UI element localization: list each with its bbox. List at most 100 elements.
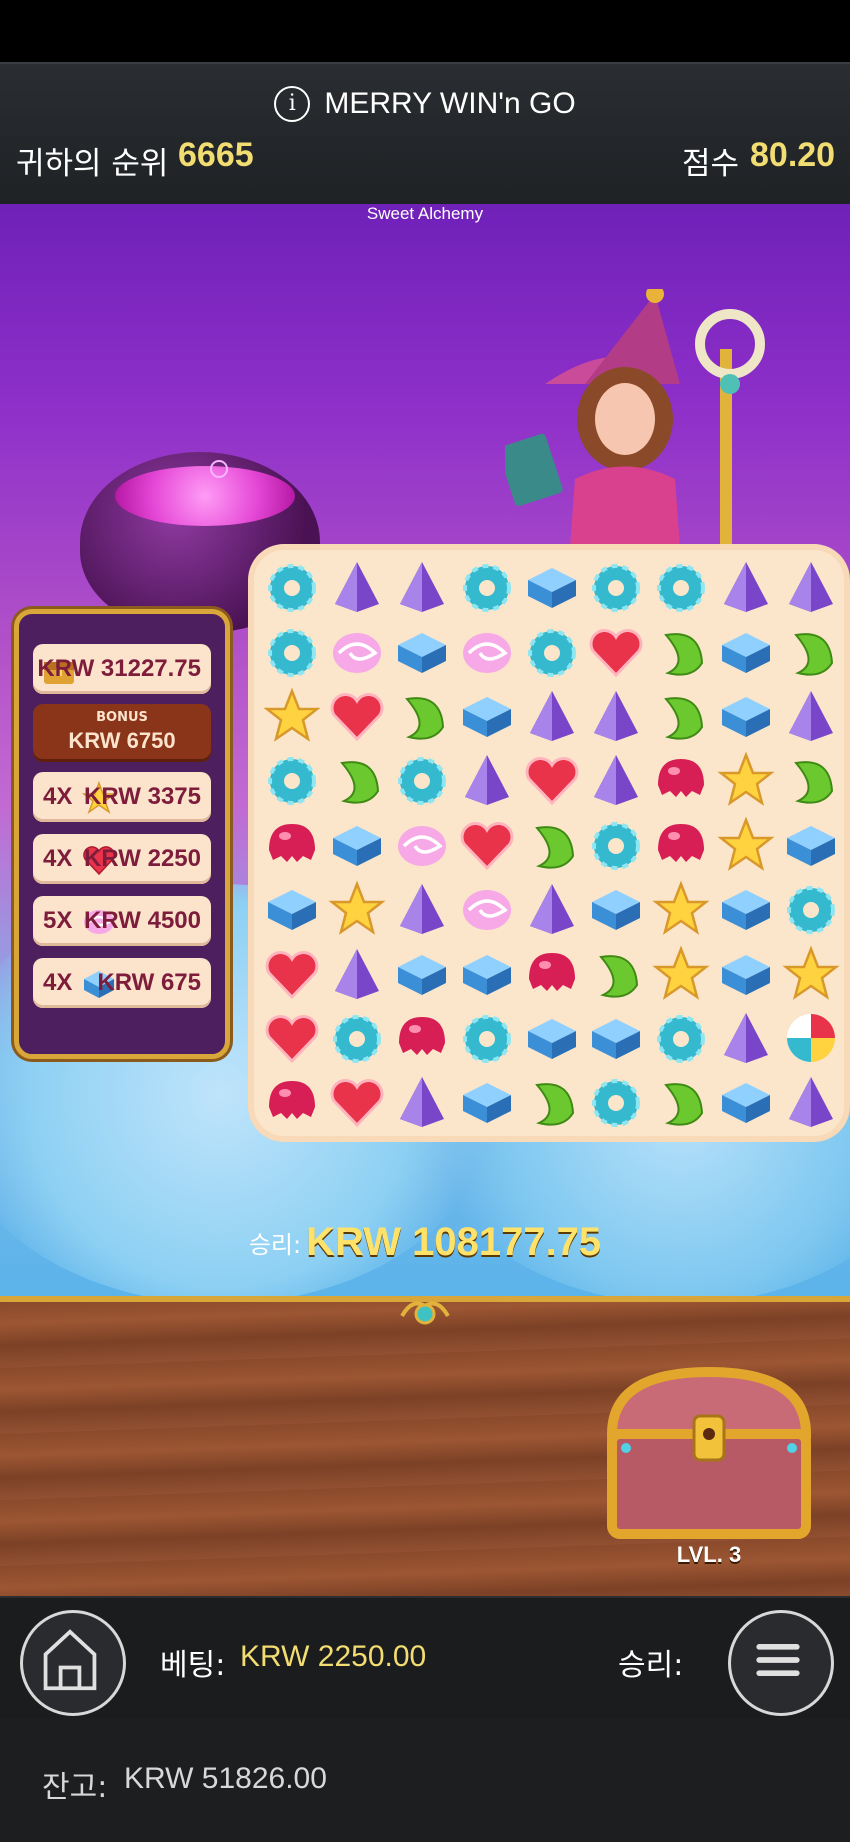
candy-cell[interactable] [454, 619, 519, 683]
bet-value[interactable]: KRW 2250.00 [240, 1640, 426, 1674]
candy-cell[interactable] [390, 877, 455, 941]
ring-candy-icon [333, 1014, 382, 1063]
treasure-chest-icon[interactable] [604, 1364, 814, 1542]
moon-candy-icon [534, 825, 574, 869]
candy-cell[interactable] [260, 619, 325, 683]
candy-cell[interactable] [519, 1006, 584, 1070]
menu-button[interactable] [728, 1610, 834, 1716]
candy-cell[interactable] [390, 1070, 455, 1134]
candy-cell[interactable] [649, 748, 714, 812]
candy-cell[interactable] [649, 555, 714, 619]
candy-cell[interactable] [390, 813, 455, 877]
candy-cell[interactable] [390, 555, 455, 619]
candy-cell[interactable] [519, 941, 584, 1005]
candy-cell[interactable] [584, 684, 649, 748]
candy-cell[interactable] [714, 877, 779, 941]
candy-cell[interactable] [584, 619, 649, 683]
candy-cell[interactable] [325, 813, 390, 877]
candy-cell[interactable] [454, 877, 519, 941]
candy-cell[interactable] [584, 1006, 649, 1070]
candy-cell[interactable] [325, 1006, 390, 1070]
candy-cell[interactable] [325, 748, 390, 812]
candy-cell[interactable] [519, 748, 584, 812]
candy-cell[interactable] [519, 1070, 584, 1134]
candy-cell[interactable] [584, 1070, 649, 1134]
candy-cell[interactable] [454, 748, 519, 812]
candy-cell[interactable] [325, 684, 390, 748]
candy-cell[interactable] [260, 748, 325, 812]
star-candy-icon [263, 687, 322, 742]
candy-cell[interactable] [519, 684, 584, 748]
candy-cell[interactable] [649, 813, 714, 877]
candy-cell[interactable] [325, 619, 390, 683]
candy-cell[interactable] [778, 877, 843, 941]
candy-cell[interactable] [390, 1006, 455, 1070]
candy-cell[interactable] [390, 619, 455, 683]
chest-level-label: LVL. 3 [676, 1542, 742, 1567]
candy-cell[interactable] [325, 1070, 390, 1134]
candy-cell[interactable] [584, 555, 649, 619]
home-button[interactable] [20, 1610, 126, 1716]
candy-cell[interactable] [584, 877, 649, 941]
candy-cell[interactable] [649, 877, 714, 941]
candy-cell[interactable] [714, 813, 779, 877]
candy-cell[interactable] [260, 813, 325, 877]
candy-cell[interactable] [390, 941, 455, 1005]
candy-cell[interactable] [714, 684, 779, 748]
candy-cell[interactable] [778, 941, 843, 1005]
candy-cell[interactable] [649, 684, 714, 748]
candy-cell[interactable] [584, 813, 649, 877]
candy-cell[interactable] [714, 555, 779, 619]
lollipop-candy-icon [786, 1013, 835, 1062]
candy-cell[interactable] [519, 619, 584, 683]
candy-cell[interactable] [778, 555, 843, 619]
candy-cell[interactable] [778, 748, 843, 812]
candy-cell[interactable] [584, 941, 649, 1005]
ring-candy-icon [786, 886, 835, 935]
candy-cell[interactable] [454, 813, 519, 877]
candy-cell[interactable] [454, 941, 519, 1005]
candy-cell[interactable] [454, 1006, 519, 1070]
candy-cell[interactable] [778, 684, 843, 748]
candy-cell[interactable] [714, 1070, 779, 1134]
candy-cell[interactable] [649, 1006, 714, 1070]
candy-cell[interactable] [325, 555, 390, 619]
candy-cell[interactable] [778, 1070, 843, 1134]
candy-cell[interactable] [325, 877, 390, 941]
candy-cell[interactable] [390, 748, 455, 812]
gem-candy-icon [788, 690, 833, 741]
candy-cell[interactable] [454, 1070, 519, 1134]
paytable-multiplier: 4X [43, 969, 73, 996]
candy-cell[interactable] [649, 941, 714, 1005]
candy-cell[interactable] [260, 1006, 325, 1070]
candy-cell[interactable] [260, 555, 325, 619]
candy-cell[interactable] [260, 877, 325, 941]
candy-board[interactable] [254, 550, 844, 1136]
candy-cell[interactable] [714, 1006, 779, 1070]
candy-cell[interactable] [325, 941, 390, 1005]
candy-cell[interactable] [584, 748, 649, 812]
candy-grid[interactable] [260, 555, 843, 1135]
candy-cell[interactable] [260, 1070, 325, 1134]
candy-cell[interactable] [390, 684, 455, 748]
cube-candy-icon [721, 954, 770, 995]
win-display: 승리: KRW 108177.75 [0, 1220, 850, 1265]
candy-cell[interactable] [778, 813, 843, 877]
candy-cell[interactable] [778, 1006, 843, 1070]
candy-cell[interactable] [714, 748, 779, 812]
candy-cell[interactable] [714, 619, 779, 683]
candy-cell[interactable] [519, 813, 584, 877]
candy-cell[interactable] [260, 684, 325, 748]
candy-cell[interactable] [649, 1070, 714, 1134]
cube-candy-icon [333, 825, 382, 866]
game-area[interactable]: Sweet Alchemy KRW 31227.75 BONUS KRW 675… [0, 204, 850, 1296]
candy-cell[interactable] [778, 619, 843, 683]
candy-cell[interactable] [519, 555, 584, 619]
candy-cell[interactable] [454, 555, 519, 619]
candy-cell[interactable] [454, 684, 519, 748]
candy-cell[interactable] [649, 619, 714, 683]
candy-cell[interactable] [260, 941, 325, 1005]
info-icon[interactable]: i [274, 86, 311, 123]
candy-cell[interactable] [519, 877, 584, 941]
candy-cell[interactable] [714, 941, 779, 1005]
